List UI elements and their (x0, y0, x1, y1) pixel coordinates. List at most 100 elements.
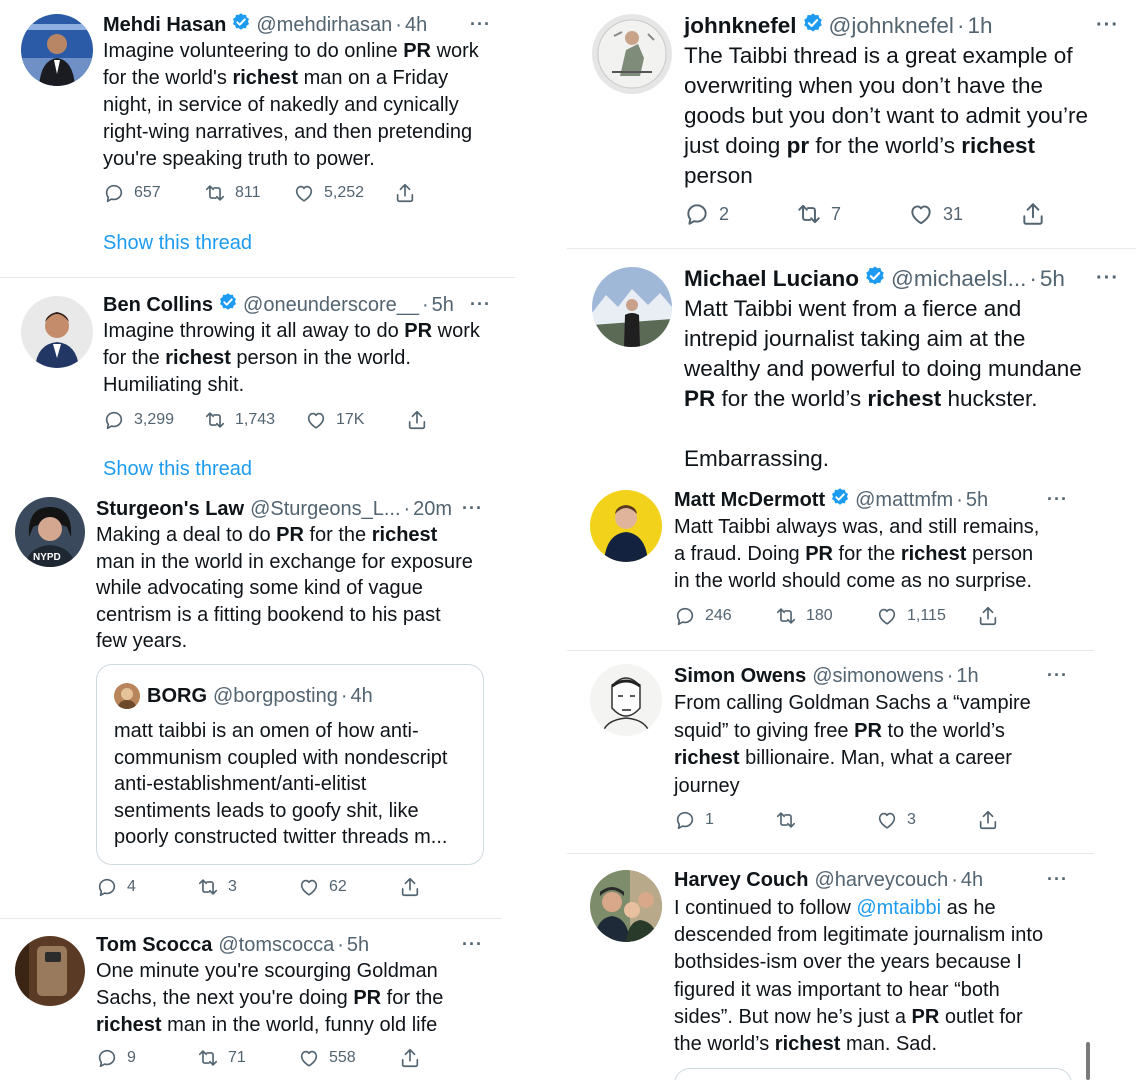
author-name[interactable]: johnknefel (684, 13, 797, 39)
text-segment: Humiliating shit. (103, 374, 245, 396)
reply-button[interactable]: 2 (684, 201, 796, 227)
share-button[interactable] (399, 1047, 421, 1069)
retweet-count: 3 (228, 878, 237, 895)
retweet-button[interactable]: 811 (204, 182, 293, 204)
reply-button[interactable]: 4 (96, 876, 197, 898)
share-button[interactable] (1020, 201, 1046, 227)
more-icon[interactable]: ··· (462, 934, 483, 955)
more-icon[interactable]: ··· (1047, 869, 1068, 890)
share-button[interactable] (977, 605, 999, 627)
like-button[interactable]: 558 (298, 1047, 399, 1069)
share-button[interactable] (394, 182, 416, 204)
like-button[interactable]: 3 (876, 809, 977, 831)
share-icon (406, 409, 428, 431)
avatar[interactable] (592, 14, 672, 94)
retweet-button[interactable]: 180 (775, 605, 876, 627)
author-name[interactable]: Matt McDermott (674, 489, 825, 512)
reply-button[interactable]: 3,299 (103, 409, 204, 431)
retweet-button[interactable] (775, 809, 876, 831)
share-button[interactable] (977, 809, 999, 831)
text-segment: Making a deal to do (96, 524, 277, 546)
more-icon[interactable]: ··· (1096, 14, 1119, 37)
reply-button[interactable]: 1 (674, 809, 775, 831)
timestamp[interactable]: 4h (405, 14, 427, 37)
share-button[interactable] (399, 876, 421, 898)
author-handle[interactable]: @michaelsl... (891, 266, 1026, 292)
highlighted-term: PR (353, 987, 382, 1009)
mention-link[interactable]: @mtaibbi (856, 897, 941, 919)
avatar[interactable] (590, 870, 662, 942)
author-handle[interactable]: @simonowens (812, 665, 943, 688)
text-segment: intrepid journalist taking aim at the (684, 326, 1026, 351)
like-button[interactable]: 5,252 (293, 182, 394, 204)
retweet-button[interactable]: 71 (197, 1047, 298, 1069)
highlighted-term: PR (854, 719, 882, 742)
more-icon[interactable]: ··· (1047, 665, 1068, 686)
share-icon (977, 605, 999, 627)
more-icon[interactable]: ··· (1047, 489, 1068, 510)
text-segment: for the (381, 987, 444, 1009)
author-name[interactable]: Harvey Couch (674, 869, 809, 892)
like-button[interactable]: 17K (305, 409, 406, 431)
author-name[interactable]: Tom Scocca (96, 934, 212, 957)
text-segment: Matt Taibbi always was, and still remain… (674, 516, 1040, 538)
show-thread-link[interactable]: Show this thread (103, 458, 252, 481)
like-button[interactable]: 1,115 (876, 605, 977, 627)
like-button[interactable]: 62 (298, 876, 399, 898)
author-handle[interactable]: @tomscocca (218, 934, 334, 957)
author-name[interactable]: Mehdi Hasan (103, 14, 226, 37)
reply-button[interactable]: 657 (103, 182, 204, 204)
separator-dot: · (422, 293, 429, 316)
text-line: overwriting when you don’t have the (684, 71, 1088, 101)
retweet-icon (204, 409, 226, 431)
text-segment: to the world’s (881, 719, 1005, 742)
author-handle[interactable]: @mattmfm (855, 489, 953, 512)
more-icon[interactable]: ··· (462, 498, 483, 519)
avatar[interactable] (21, 296, 93, 368)
retweet-button[interactable]: 1,743 (204, 409, 305, 431)
timestamp[interactable]: 4h (961, 869, 983, 892)
author-handle[interactable]: @harveycouch (815, 869, 949, 892)
reply-icon (96, 1047, 118, 1069)
author-handle[interactable]: @johnknefel (829, 13, 954, 39)
share-button[interactable] (406, 409, 428, 431)
timestamp[interactable]: 1h (967, 13, 992, 39)
timestamp[interactable]: 5h (966, 489, 988, 512)
quoted-tweet[interactable]: BORG @borgposting · 4h matt taibbi is an… (96, 664, 484, 865)
timestamp[interactable]: 5h (432, 294, 454, 317)
more-icon[interactable]: ··· (1096, 267, 1119, 290)
timestamp[interactable]: 20m (413, 498, 452, 521)
author-name[interactable]: Simon Owens (674, 665, 806, 688)
text-segment: journey (674, 774, 740, 797)
timestamp[interactable]: 5h (1040, 266, 1065, 292)
more-icon[interactable]: ··· (470, 14, 491, 35)
text-line: bothsides-ism over the years because I (674, 949, 1043, 976)
author-handle[interactable]: @oneunderscore__ (243, 294, 419, 317)
text-line: man in the world in exchange for exposur… (96, 549, 473, 576)
scrollbar[interactable] (1086, 1042, 1090, 1080)
retweet-button[interactable]: 3 (197, 876, 298, 898)
like-button[interactable]: 31 (908, 201, 1020, 227)
avatar[interactable] (15, 936, 85, 1006)
avatar[interactable]: NYPD (15, 497, 85, 567)
reply-button[interactable]: 246 (674, 605, 775, 627)
text-segment: you're speaking truth to power. (103, 148, 375, 170)
more-icon[interactable]: ··· (470, 294, 491, 315)
avatar[interactable] (590, 664, 662, 736)
timestamp[interactable]: 5h (347, 934, 369, 957)
author-name[interactable]: Michael Luciano (684, 266, 859, 292)
avatar[interactable] (590, 490, 662, 562)
author-name[interactable]: Sturgeon's Law (96, 498, 244, 521)
timestamp[interactable]: 1h (956, 665, 978, 688)
show-thread-link[interactable]: Show this thread (103, 232, 252, 255)
separator-dot: · (1029, 265, 1037, 291)
avatar[interactable] (21, 14, 93, 86)
verified-badge-icon (802, 12, 824, 40)
author-handle[interactable]: @Sturgeons_L... (250, 498, 400, 521)
reply-button[interactable]: 9 (96, 1047, 197, 1069)
author-name[interactable]: Ben Collins (103, 294, 213, 317)
retweet-button[interactable]: 7 (796, 201, 908, 227)
author-handle[interactable]: @mehdirhasan (256, 14, 392, 37)
avatar[interactable] (592, 267, 672, 347)
quoted-tweet-partial[interactable] (674, 1068, 1072, 1080)
